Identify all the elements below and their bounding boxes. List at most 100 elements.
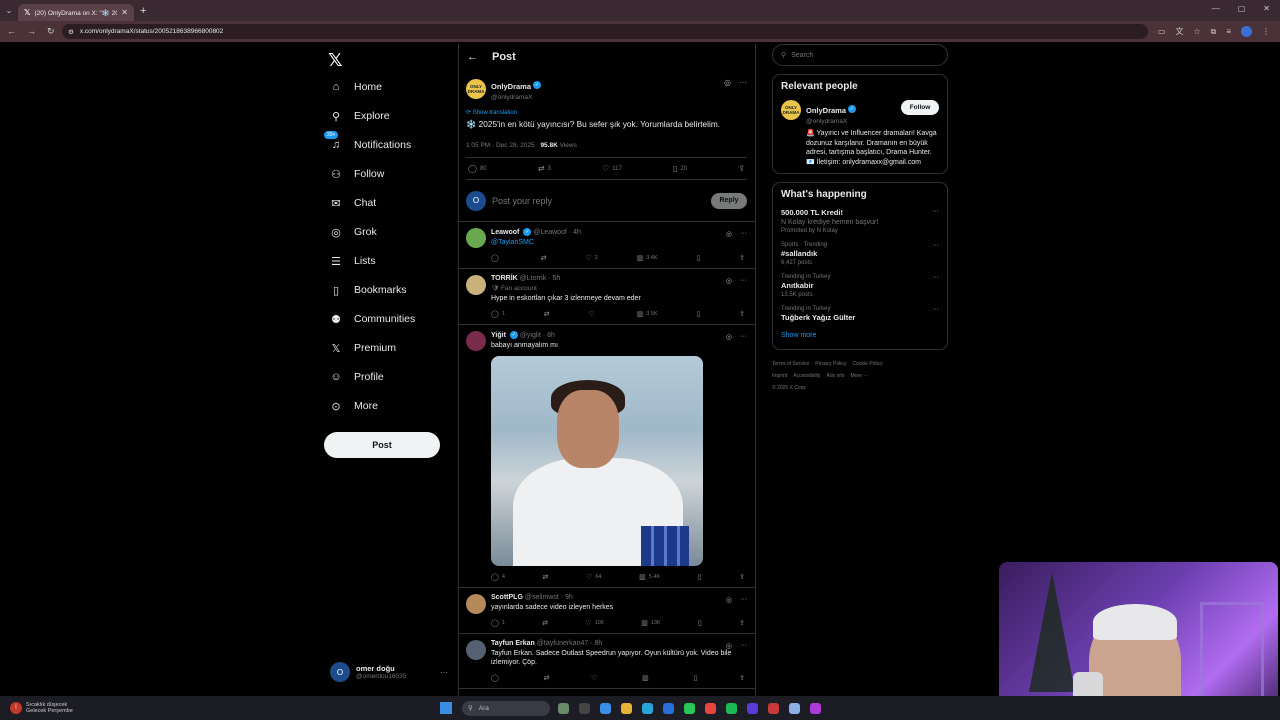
reply-handle[interactable]: @selimwst · 9h [525, 594, 573, 601]
tab-search-icon[interactable]: ≡ [1226, 27, 1231, 36]
footer-link[interactable]: More ··· [851, 373, 869, 379]
sidebar-item-follow[interactable]: ⚇ Follow [330, 168, 384, 181]
minimize-icon[interactable]: — [1212, 4, 1220, 13]
footer-link[interactable]: Privacy Policy [815, 361, 846, 367]
grok-icon[interactable]: ◎ [726, 230, 732, 238]
bookmark-action[interactable]: ▯ [696, 254, 700, 262]
avatar[interactable] [466, 331, 486, 351]
browser-tab[interactable]: 𝕏 (20) OnlyDrama on X: "❄️ 202... ✕ [18, 4, 134, 21]
share-action[interactable]: ⇪ [739, 573, 745, 581]
back-icon[interactable]: ← [7, 26, 16, 37]
app-icon[interactable] [789, 702, 800, 714]
sidebar-item-home[interactable]: ⌂ Home [330, 81, 382, 93]
bookmark-action[interactable]: ▯ [694, 674, 698, 682]
profile-avatar[interactable] [1241, 26, 1252, 37]
like-action[interactable]: ♡ 64 [586, 573, 601, 581]
repost-action[interactable]: ⇄ [544, 310, 550, 318]
more-dots-icon[interactable]: ··· [740, 333, 747, 341]
reply-action[interactable]: ◯ 4 [491, 573, 505, 581]
more-dots-icon[interactable]: ··· [440, 668, 448, 677]
account-switcher[interactable]: O omer doğu @omerdou16035 ··· [330, 662, 448, 682]
sidebar-item-chat[interactable]: ✉ Chat [330, 197, 376, 210]
repost-action[interactable]: ⇄ [541, 254, 547, 262]
sidebar-item-more[interactable]: ⊙ More [330, 400, 378, 413]
reply-action[interactable]: ◯ 1 [491, 310, 505, 318]
windows-start-icon[interactable] [440, 702, 452, 714]
repost-action[interactable]: ⇄ [544, 674, 550, 682]
sidebar-item-lists[interactable]: ☰ Lists [330, 255, 376, 268]
views-action[interactable]: ▥ 3.4K [637, 254, 658, 262]
more-dots-icon[interactable]: ··· [932, 242, 939, 249]
reply-author-name[interactable]: Leawoof [491, 229, 519, 236]
reply-handle[interactable]: @Ltorrik · 5h [520, 275, 561, 282]
grok-icon[interactable]: ◎ [726, 642, 732, 650]
x-home-logo-icon[interactable]: 𝕏 [328, 50, 343, 71]
back-arrow-icon[interactable]: ← [467, 51, 478, 63]
star-icon[interactable]: ☆ [1193, 27, 1200, 36]
bookmark-action[interactable]: ▯ 20 [673, 164, 687, 173]
file-explorer-icon[interactable] [621, 702, 632, 714]
share-action[interactable]: ⇪ [738, 164, 745, 173]
browser-menu-icon[interactable]: ⋮ [1262, 27, 1270, 36]
bookmark-action[interactable]: ▯ [698, 573, 702, 581]
reply-post[interactable]: ScottPLG ✓ @selimwst · 9hyayınlarda sade… [459, 588, 755, 634]
reply-action[interactable]: ◯ 1 [491, 619, 505, 627]
trend-item[interactable]: 500.000 TL Kredi! N Kolay krediye hemen b… [781, 208, 939, 234]
sidebar-item-explore[interactable]: ⚲ Explore [330, 110, 390, 123]
like-action[interactable]: ♡ [591, 674, 600, 682]
avatar[interactable] [466, 640, 486, 660]
reply-action[interactable]: ◯ [491, 674, 502, 682]
share-action[interactable]: ⇪ [739, 619, 745, 627]
spotify-icon[interactable] [726, 702, 737, 714]
weather-widget[interactable]: ! Sıcaklık düşecek Gelecek Perşembe [0, 702, 440, 715]
repost-action[interactable]: ⇄ [543, 573, 549, 581]
bookmark-action[interactable]: ▯ [698, 619, 702, 627]
close-window-icon[interactable]: ✕ [1263, 4, 1270, 13]
grok-icon[interactable]: ◎ [726, 277, 732, 285]
url-field[interactable]: ⚙ x.com/onlydramaX/status/20052186389668… [62, 24, 1148, 39]
trend-item[interactable]: Sports · Trending #sallandık 6,427 posts ··… [781, 242, 939, 266]
reply-author-name[interactable]: TORRİK [491, 275, 518, 282]
task-view-icon[interactable] [579, 702, 590, 714]
follow-button[interactable]: Follow [901, 100, 939, 115]
person-name[interactable]: OnlyDrama [806, 106, 846, 115]
edge-icon[interactable] [642, 702, 653, 714]
new-tab-button[interactable]: + [140, 5, 146, 17]
avatar[interactable] [466, 228, 486, 248]
whatsapp-icon[interactable] [684, 702, 695, 714]
chrome-profile-icon[interactable] [747, 702, 758, 714]
bookmark-action[interactable]: ▯ [696, 310, 700, 318]
more-dots-icon[interactable]: ··· [740, 277, 747, 285]
reply-input[interactable]: Post your reply [492, 196, 705, 206]
views-action[interactable]: ▥ 3.5K [637, 310, 658, 318]
footer-link[interactable]: Terms of Service [772, 361, 809, 367]
more-dots-icon[interactable]: ··· [740, 230, 747, 238]
avatar[interactable] [466, 594, 486, 614]
reply-action[interactable]: ◯ [491, 254, 502, 262]
more-dots-icon[interactable]: ··· [932, 208, 939, 215]
like-action[interactable]: ♡ [588, 310, 597, 318]
taskbar-search[interactable]: ⚲ Ara [462, 700, 550, 716]
forward-icon[interactable]: → [27, 26, 36, 37]
post-button[interactable]: Post [324, 432, 440, 458]
app-icon[interactable] [768, 702, 779, 714]
footer-link[interactable]: Imprint [772, 373, 787, 379]
maximize-icon[interactable]: ▢ [1238, 4, 1246, 13]
reply-author-name[interactable]: ScottPLG [491, 594, 523, 601]
repost-action[interactable]: ⇄ [542, 619, 548, 627]
show-translation-link[interactable]: ⟳ Show translation [466, 109, 747, 116]
share-action[interactable]: ⇪ [739, 674, 745, 682]
more-dots-icon[interactable]: ··· [932, 306, 939, 313]
widget-icon[interactable] [558, 702, 569, 714]
avatar[interactable]: ONLY DRAMA [781, 100, 801, 120]
avatar[interactable] [466, 275, 486, 295]
share-action[interactable]: ⇪ [739, 310, 745, 318]
like-action[interactable]: ♡ 2 [585, 254, 597, 262]
author-name[interactable]: OnlyDrama [491, 82, 531, 91]
sidebar-item-grok[interactable]: ◎ Grok [330, 226, 377, 239]
close-tab-icon[interactable]: ✕ [121, 8, 128, 17]
post-time[interactable]: 1:05 PM · Dec 28, 2025 · [466, 142, 539, 149]
install-icon[interactable]: ▭ [1158, 27, 1166, 36]
show-more-link[interactable]: Show more [781, 332, 939, 339]
grok-icon[interactable]: ◎ [724, 78, 731, 87]
